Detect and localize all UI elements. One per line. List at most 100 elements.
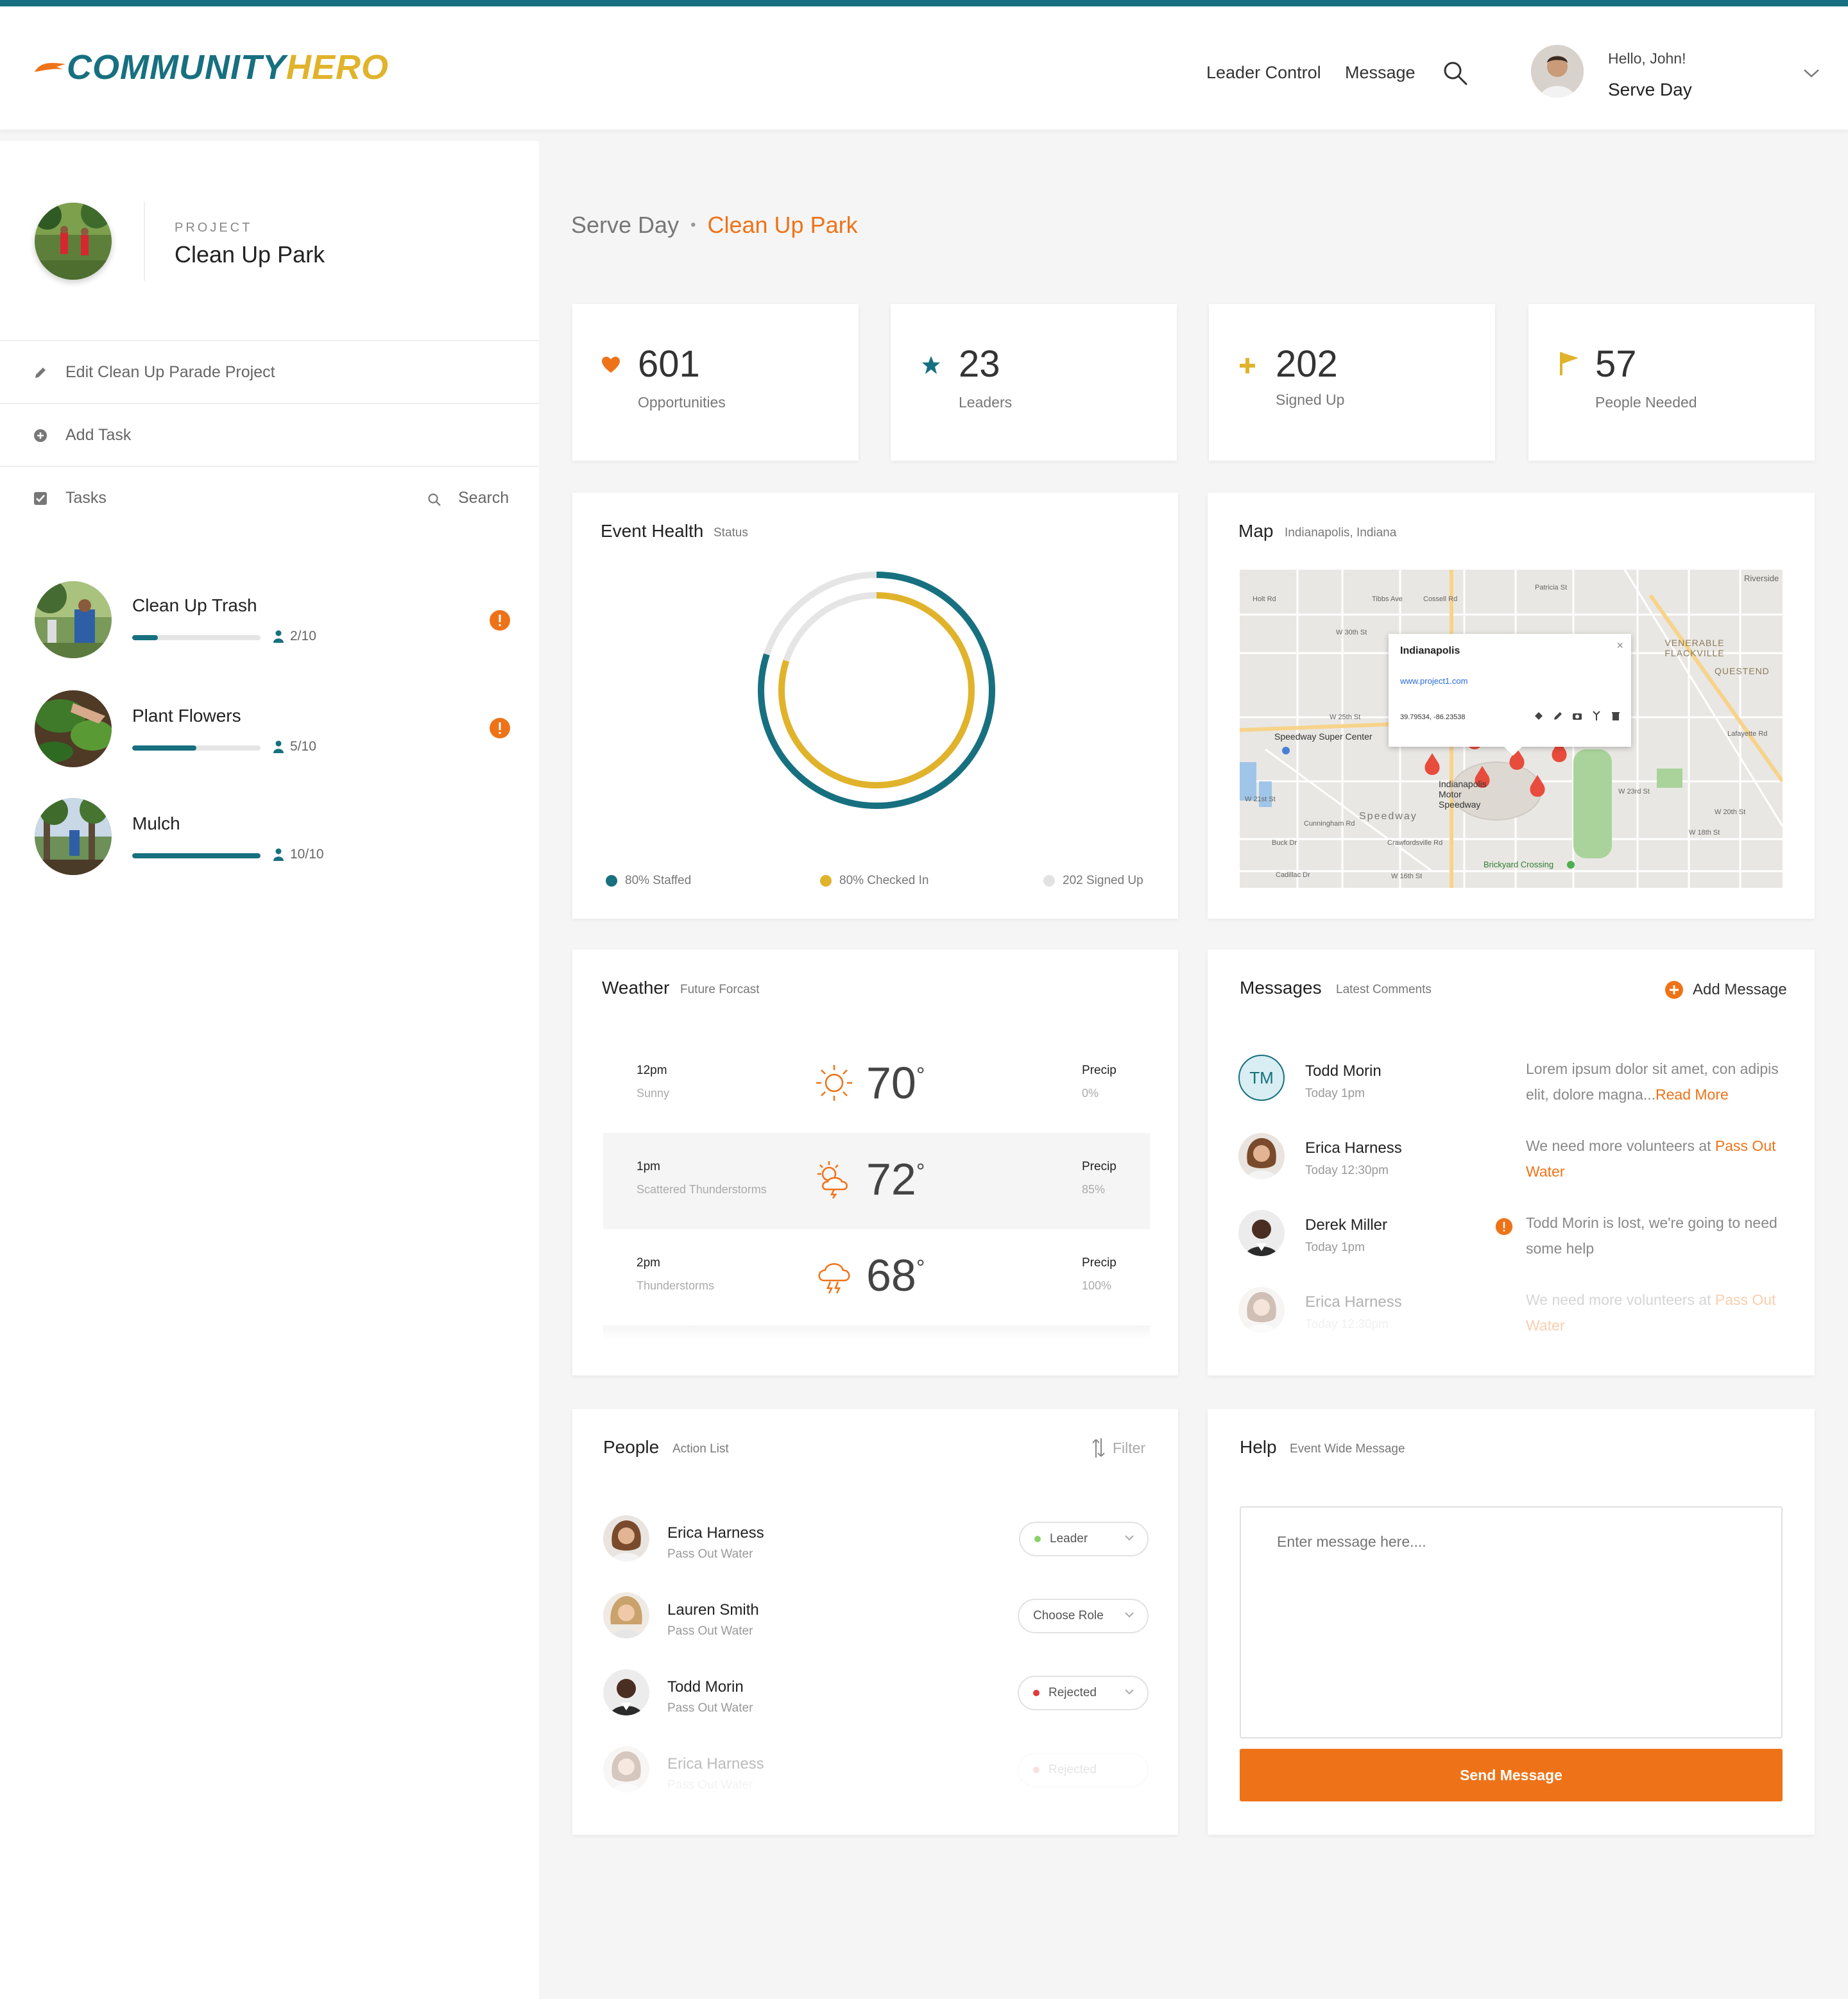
divider [144,201,145,281]
person-name[interactable]: Erica Harness [667,1524,764,1542]
street-label: Cunningham Rd [1304,820,1355,828]
precip-value: 85% [1082,1183,1106,1196]
add-message-button[interactable]: Add Message [1664,980,1787,1000]
plus-circle-icon [1665,981,1683,999]
sidebar: PROJECT Clean Up Park Edit Clean Up Para… [0,141,539,1999]
project-avatar [35,203,112,280]
paint-bucket-icon[interactable] [1534,711,1544,721]
card-subtitle: Action List [672,1442,729,1456]
message-author[interactable]: Erica Harness [1305,1139,1402,1157]
stat-label: People Needed [1595,394,1697,411]
street-label: Holt Rd [1253,595,1276,603]
people-card: People Action List Filter Erica Harness … [572,1409,1178,1835]
task-item[interactable]: Mulch 10/10 [0,785,539,875]
street-label: W 21st St [1245,795,1276,803]
sort-arrows-icon [1092,1438,1105,1458]
forecast-time: 2pm [637,1256,660,1270]
legend-signed-up: 202 Signed Up [1043,874,1143,888]
stat-card-leaders: 23 Leaders [891,304,1177,461]
legend-dot [820,875,832,887]
map-popup[interactable]: Indianapolis × www.project1.com 39.79534… [1389,634,1631,756]
tasks-label: Tasks [65,488,107,507]
task-search-label[interactable]: Search [458,489,509,507]
help-message-input[interactable] [1240,1506,1783,1739]
breadcrumb-separator: • [690,216,696,234]
star-icon [922,356,940,374]
user-avatar[interactable] [1531,45,1584,98]
forecast-temperature: 68° [866,1250,925,1300]
card-subtitle: Future Forcast [680,983,760,996]
map-view[interactable]: Speedway Super Center Indianapolis Motor… [1240,570,1783,888]
event-health-card: Event Health Status 80% Staffed 80% Chec… [572,493,1178,919]
avatar [603,1515,649,1561]
logo[interactable]: COMMUNITY HERO [33,47,389,87]
breadcrumb-parent[interactable]: Serve Day [571,212,679,239]
person-icon [273,630,284,643]
trash-icon[interactable] [1611,711,1621,721]
logo-text-accent: HERO [286,48,389,87]
person-name[interactable]: Todd Morin [667,1678,744,1696]
pencil-icon[interactable] [1553,711,1563,721]
project-name: Clean Up Park [175,241,325,268]
street-label: W 16th St [1391,872,1423,880]
person-icon [273,848,284,861]
role-dropdown[interactable]: Leader [1019,1522,1149,1556]
stat-card-opportunities: 601 Opportunities [572,304,859,461]
street-label: W 25th St [1330,713,1361,721]
street-label: Cossell Rd [1423,595,1458,603]
street-label: W 30th St [1336,629,1367,636]
forecast-temperature: 72° [866,1154,925,1204]
forecast-condition: Sunny [637,1087,670,1100]
add-message-label: Add Message [1693,981,1787,998]
task-item[interactable]: Clean Up Trash 2/10 [0,567,539,658]
close-icon[interactable]: × [1616,639,1623,652]
forecast-condition: Thunderstorms [637,1279,715,1292]
card-title: Weather [602,978,670,998]
precip-value: 100% [1082,1279,1112,1292]
storm-cloud-icon [818,1263,850,1294]
message-author[interactable]: Derek Miller [1305,1216,1387,1234]
precip-label: Precip [1082,1064,1116,1077]
map-label: Speedway [1359,811,1417,822]
avatar [603,1669,649,1715]
chevron-down-icon[interactable] [1803,68,1820,78]
popup-coordinates: 39.79534, -86.23538 [1400,713,1466,721]
precip-label: Precip [1082,1256,1116,1270]
popup-link[interactable]: www.project1.com [1400,676,1467,686]
alert-icon [490,718,510,738]
role-dropdown[interactable]: Choose Role [1018,1599,1149,1633]
chevron-down-icon [1125,1689,1134,1695]
add-task-item[interactable]: Add Task [0,403,539,466]
top-navbar: COMMUNITY HERO Leader Control Message Hel… [0,0,1848,130]
status-dot [1034,1536,1041,1542]
nav-leader-control[interactable]: Leader Control [1206,63,1321,83]
task-thumbnail [35,690,112,767]
person-row: Erica Harness Pass Out Water Leader [572,1515,1178,1579]
scroll-fade [1208,1328,1815,1375]
role-dropdown[interactable]: Rejected [1018,1676,1149,1710]
person-name[interactable]: Erica Harness [667,1755,764,1773]
forecast-time: 1pm [637,1160,660,1173]
filter-button[interactable]: Filter [1091,1437,1145,1459]
person-task: Pass Out Water [667,1547,753,1561]
search-icon[interactable] [427,493,441,507]
message-text: Todd Morin is lost, we're going to need … [1526,1214,1777,1257]
send-message-button[interactable]: Send Message [1240,1749,1783,1801]
person-name[interactable]: Lauren Smith [667,1601,759,1619]
role-dropdown[interactable]: Rejected [1018,1753,1149,1787]
chevron-down-icon [1125,1612,1134,1618]
camera-icon[interactable] [1572,711,1582,721]
task-item[interactable]: Plant Flowers 5/10 [0,677,539,767]
read-more-link[interactable]: Read More [1656,1086,1729,1103]
plus-icon [1240,358,1255,373]
filter-label: Filter [1113,1439,1146,1456]
popup-title: Indianapolis [1400,645,1460,656]
hero-cape-icon [35,63,65,72]
message-author[interactable]: Erica Harness [1305,1293,1402,1311]
edit-project-item[interactable]: Edit Clean Up Parade Project [0,340,539,403]
directions-icon[interactable] [1591,711,1602,721]
search-icon[interactable] [1442,60,1468,86]
nav-message[interactable]: Message [1345,63,1416,83]
message-author[interactable]: Todd Morin [1305,1062,1382,1080]
card-title: Help [1240,1437,1277,1457]
